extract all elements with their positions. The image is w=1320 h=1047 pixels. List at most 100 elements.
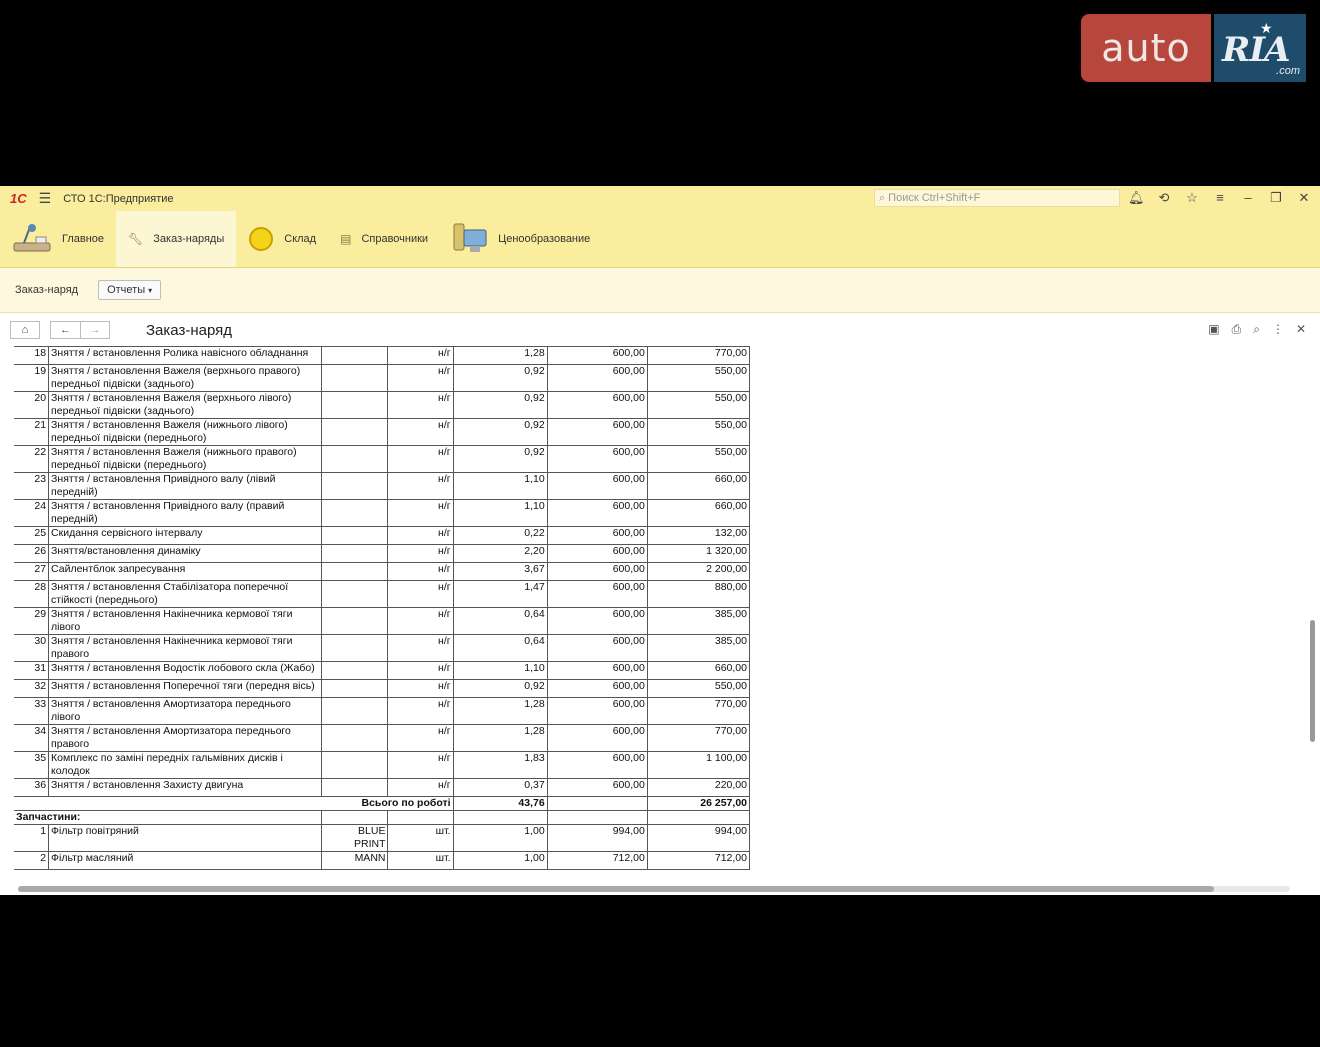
table-row[interactable]: 20 Зняття / встановлення Важеля (верхньог… (14, 391, 750, 419)
close-icon[interactable]: ✕ (1296, 322, 1306, 337)
vertical-scroll-thumb[interactable] (1310, 620, 1315, 742)
section-warehouse[interactable]: Склад (236, 211, 328, 267)
row-name: Зняття / встановлення Поперечної тяги (п… (48, 679, 323, 698)
row-number: 18 (14, 346, 50, 365)
row-sum: 550,00 (646, 679, 750, 698)
table-row[interactable]: 19 Зняття / встановлення Важеля (верхньог… (14, 364, 750, 392)
row-price: 600,00 (546, 607, 648, 635)
watermark-auto: auto (1081, 14, 1211, 82)
row-unit: н/г (387, 634, 454, 662)
row-brand (321, 562, 389, 581)
table-row[interactable]: 2 Фільтр масляний MANN шт. 1,00 712,00 712,00 (14, 851, 750, 870)
row-number: 33 (14, 697, 50, 725)
horizontal-scrollbar[interactable] (18, 886, 1290, 892)
back-button[interactable]: ← (50, 321, 80, 339)
row-unit: н/г (387, 526, 454, 545)
table-row[interactable]: 24 Зняття / встановлення Привідного валу … (14, 499, 750, 527)
row-number: 23 (14, 472, 50, 500)
save-icon[interactable]: ▣ (1208, 322, 1219, 337)
reports-button-label: Отчеты (107, 284, 146, 296)
table-row[interactable]: 23 Зняття / встановлення Привідного валу … (14, 472, 750, 500)
table-row[interactable]: 30 Зняття / встановлення Накінечника керм… (14, 634, 750, 662)
settings-menu-icon[interactable]: ≡ (1212, 190, 1228, 206)
history-icon[interactable]: ⟲ (1156, 190, 1172, 206)
table-row[interactable]: 28 Зняття / встановлення Стабілізатора по… (14, 580, 750, 608)
row-name: Фільтр повітряний (48, 824, 323, 852)
work-order-table: 18 Зняття / встановлення Ролика навісного… (14, 346, 750, 870)
table-row[interactable]: 36 Зняття / встановлення Захисту двигуна н… (14, 778, 750, 797)
row-qty: 1,10 (452, 472, 548, 500)
row-price: 600,00 (546, 472, 648, 500)
minimize-icon[interactable]: – (1240, 190, 1256, 206)
row-name: Зняття / встановлення Важеля (нижнього л… (48, 418, 323, 446)
row-name: Зняття / встановлення Стабілізатора попе… (48, 580, 323, 608)
table-row[interactable]: 29 Зняття / встановлення Накінечника керм… (14, 607, 750, 635)
onec-logo: 1С (10, 191, 27, 206)
row-price: 600,00 (546, 697, 648, 725)
row-name: Зняття / встановлення Важеля (верхнього … (48, 364, 323, 392)
row-price: 600,00 (546, 418, 648, 446)
computer-icon (453, 223, 487, 252)
close-icon[interactable]: ✕ (1296, 190, 1312, 206)
row-sum: 550,00 (646, 445, 750, 473)
row-brand: MANN (321, 851, 389, 870)
row-unit: н/г (387, 418, 454, 446)
restore-icon[interactable]: ❐ (1268, 190, 1284, 206)
row-unit: шт. (387, 824, 454, 852)
table-row[interactable]: 26 Зняття/встановлення динаміку н/г 2,20 600… (14, 544, 750, 563)
row-qty: 0,22 (452, 526, 548, 545)
row-number: 19 (14, 364, 50, 392)
table-row[interactable]: 33 Зняття / встановлення Амортизатора пер… (14, 697, 750, 725)
section-references-label: Справочники (361, 233, 429, 245)
forward-button[interactable]: → (80, 321, 110, 339)
row-number: 22 (14, 445, 50, 473)
row-unit: н/г (387, 724, 454, 752)
table-row[interactable]: 25 Скидання сервісного інтервалу н/г 0,22 60… (14, 526, 750, 545)
table-row[interactable]: 31 Зняття / встановлення Водостік лобовог… (14, 661, 750, 680)
row-qty: 0,92 (452, 391, 548, 419)
table-row[interactable]: 18 Зняття / встановлення Ролика навісного… (14, 346, 750, 365)
print-icon[interactable]: ⎙ (1232, 322, 1242, 337)
home-button[interactable]: ⌂ (10, 321, 40, 339)
section-references[interactable]: ▤ Справочники (328, 211, 440, 267)
more-icon[interactable]: ⋮ (1272, 322, 1284, 337)
vertical-scrollbar[interactable] (1308, 350, 1316, 880)
table-row[interactable]: 21 Зняття / встановлення Важеля (нижнього… (14, 418, 750, 446)
section-orders[interactable]: 🔧︎ Заказ-наряды (116, 211, 237, 267)
row-name: Скидання сервісного інтервалу (48, 526, 323, 545)
row-qty: 0,92 (452, 445, 548, 473)
command-bar-label[interactable]: Заказ-наряд (15, 284, 78, 296)
horizontal-scroll-thumb[interactable] (18, 886, 1214, 892)
row-price: 600,00 (546, 679, 648, 698)
search-placeholder: Поиск Ctrl+Shift+F (888, 192, 981, 204)
table-row[interactable]: 22 Зняття / встановлення Важеля (нижнього… (14, 445, 750, 473)
row-price: 600,00 (546, 445, 648, 473)
star-icon[interactable]: ☆ (1184, 190, 1200, 206)
row-qty: 2,20 (452, 544, 548, 563)
section-pricing[interactable]: Ценообразование (440, 211, 602, 267)
row-qty: 0,92 (452, 364, 548, 392)
total-spacer (14, 796, 49, 811)
section-main[interactable]: Главное (0, 211, 116, 267)
table-row[interactable]: 35 Комплекс по заміні передніх гальмівних… (14, 751, 750, 779)
preview-icon[interactable]: ⌕ (1253, 322, 1260, 337)
parts-header: Запчастини: (14, 810, 323, 825)
total-row: Всього по роботі 43,76 26 257,00 (14, 796, 750, 811)
hamburger-menu-icon[interactable]: ☰ (39, 190, 52, 207)
desk-lamp-icon (13, 224, 51, 252)
reports-button[interactable]: Отчеты ▾ (98, 280, 162, 300)
row-qty: 0,64 (452, 607, 548, 635)
row-number: 30 (14, 634, 50, 662)
row-brand (321, 391, 389, 419)
search-input[interactable]: ⌕ Поиск Ctrl+Shift+F (874, 189, 1120, 207)
table-row[interactable]: 27 Сайлентблок запресування н/г 3,67 600,00 2… (14, 562, 750, 581)
bell-icon[interactable]: 🔔︎ (1128, 190, 1145, 206)
home-icon: ⌂ (21, 324, 29, 336)
row-brand (321, 544, 389, 563)
row-number: 24 (14, 499, 50, 527)
table-row[interactable]: 32 Зняття / встановлення Поперечної тяги … (14, 679, 750, 698)
table-row[interactable]: 1 Фільтр повітряний BLUE PRINT шт. 1,00 994,0… (14, 824, 750, 852)
row-sum: 550,00 (646, 418, 750, 446)
section-main-label: Главное (62, 233, 105, 245)
table-row[interactable]: 34 Зняття / встановлення Амортизатора пер… (14, 724, 750, 752)
